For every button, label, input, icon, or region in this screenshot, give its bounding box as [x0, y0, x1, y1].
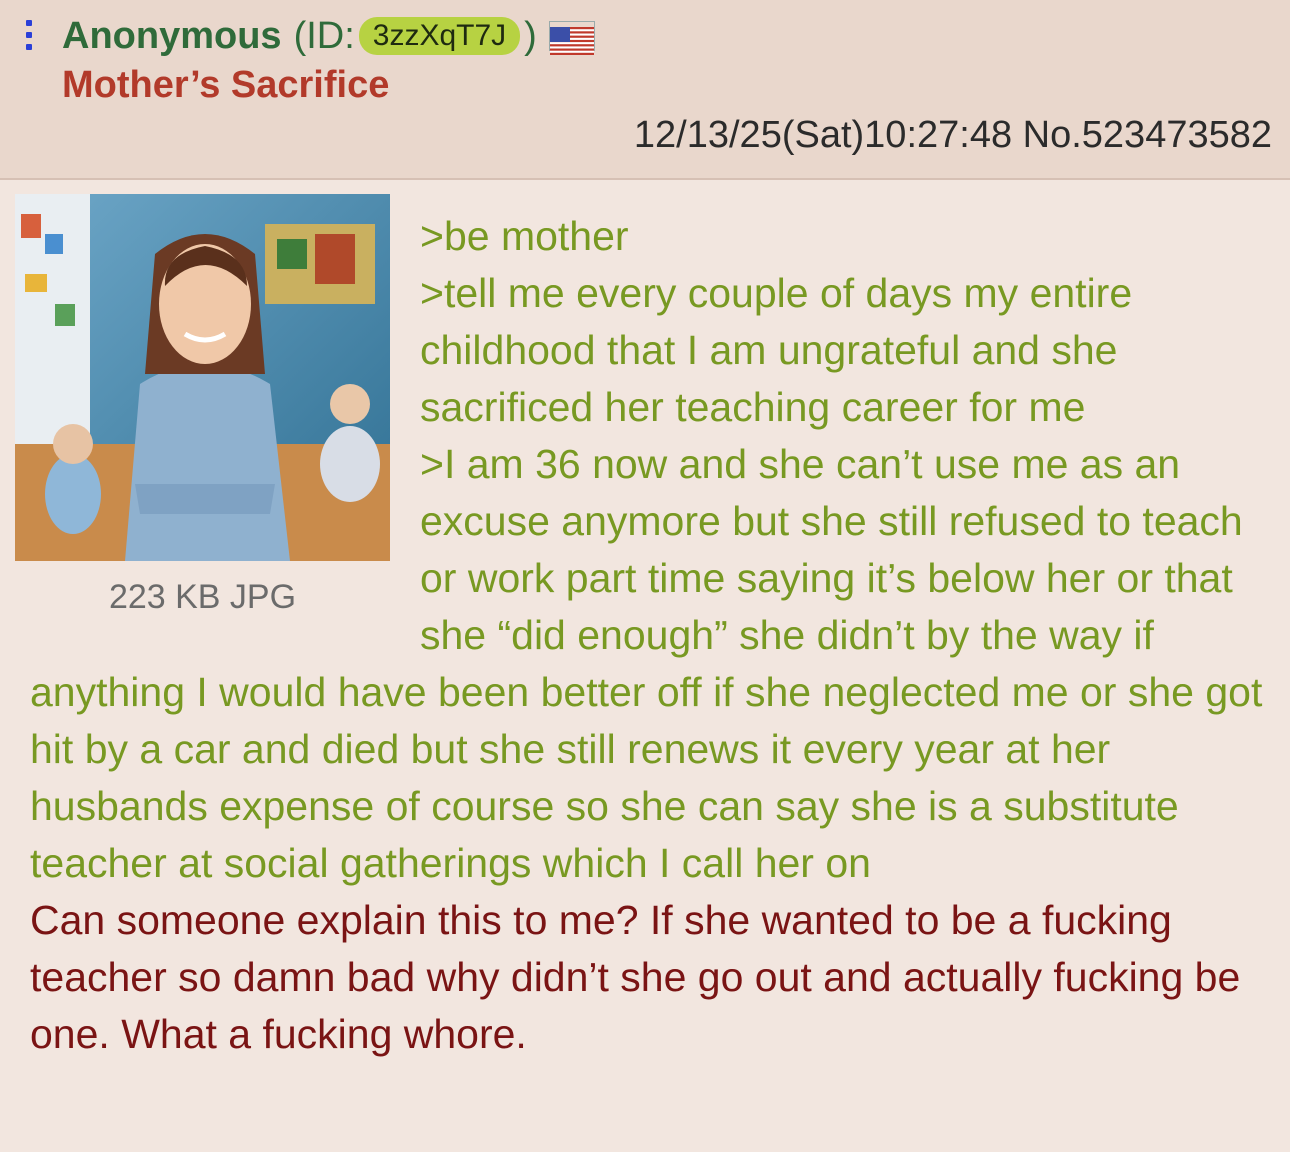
post-comment: Can someone explain this to me? If she w… [30, 897, 1241, 1057]
post-number-link[interactable]: No.523473582 [1023, 114, 1272, 156]
thumbnail-spacer [30, 208, 420, 664]
poster-info: Anonymous (ID: 3zzXqT7J ) [62, 14, 595, 58]
id-label-open: (ID: [293, 14, 355, 57]
post-subject: Mother’s Sacrifice [62, 64, 390, 106]
post-menu-icon[interactable] [22, 18, 36, 54]
post-body: >be mother >tell me every couple of days… [30, 208, 1270, 1063]
id-label-close: ) [524, 14, 537, 57]
us-flag-icon [548, 21, 595, 55]
poster-name[interactable]: Anonymous [62, 15, 282, 58]
poster-id-badge[interactable]: 3zzXqT7J [358, 17, 521, 55]
post-datetime: 12/13/25(Sat)10:27:48 [633, 114, 1013, 156]
post-header: Anonymous (ID: 3zzXqT7J ) Mother’s Sacri… [0, 0, 1290, 180]
post-datetime-number: 12/13/25(Sat)10:27:48 No.523473582 [634, 114, 1272, 157]
